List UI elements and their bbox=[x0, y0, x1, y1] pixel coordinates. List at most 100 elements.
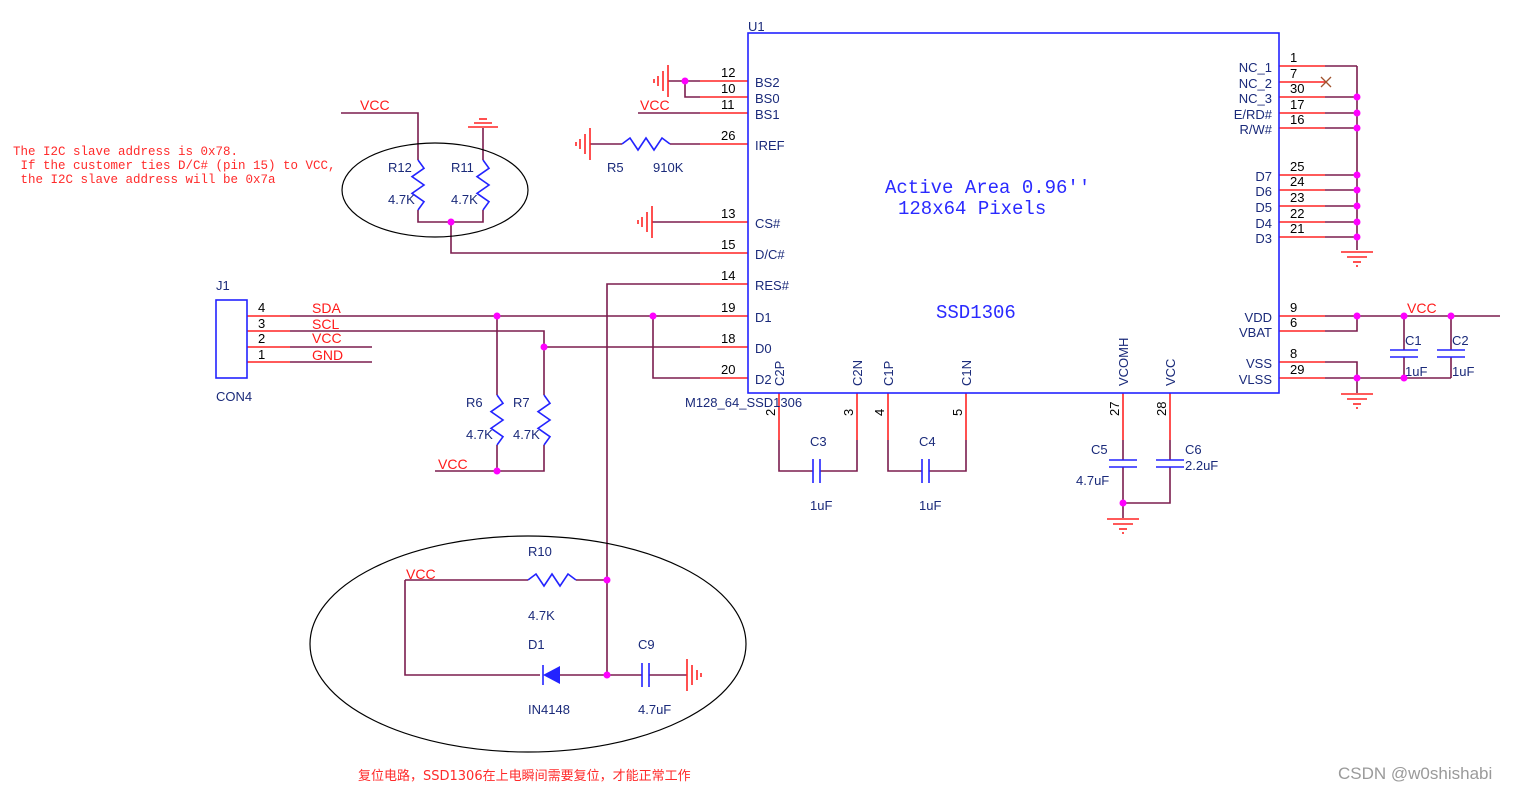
pin-number: 15 bbox=[721, 237, 735, 252]
pin-number: 20 bbox=[721, 362, 735, 377]
r10-ref: R10 bbox=[528, 544, 552, 559]
pin-name: D4 bbox=[1255, 216, 1272, 231]
pin-name: BS2 bbox=[755, 75, 780, 90]
pin-number: 5 bbox=[950, 409, 965, 416]
r5-ref: R5 bbox=[607, 160, 624, 175]
i2c-pullup-outline bbox=[341, 142, 529, 238]
net-label-gnd: GND bbox=[312, 347, 343, 363]
pin-name: E/RD# bbox=[1234, 107, 1273, 122]
pin-name: D/C# bbox=[755, 247, 785, 262]
c1-value: 1uF bbox=[1405, 364, 1427, 379]
pin-name: VCC bbox=[1163, 359, 1178, 386]
pin-name: D0 bbox=[755, 341, 772, 356]
pin-number: 6 bbox=[1290, 315, 1297, 330]
pin-number: 19 bbox=[721, 300, 735, 315]
pin-number: 29 bbox=[1290, 362, 1304, 377]
resistor-symbol bbox=[527, 572, 577, 588]
wire bbox=[1123, 467, 1171, 504]
net-label-vcc: VCC bbox=[360, 97, 390, 113]
junction-dot bbox=[1353, 218, 1361, 226]
reset-note: 复位电路，SSD1306在上电瞬间需要复位，才能正常工作 bbox=[358, 768, 691, 784]
pin-name: D7 bbox=[1255, 169, 1272, 184]
pin-name: NC_3 bbox=[1239, 91, 1272, 106]
junction-dot bbox=[493, 312, 501, 320]
pin-number: 25 bbox=[1290, 159, 1304, 174]
r10-value: 4.7K bbox=[528, 608, 555, 623]
junction-dot bbox=[1400, 374, 1408, 382]
pin-name: D6 bbox=[1255, 184, 1272, 199]
pin-name: C2P bbox=[772, 361, 787, 386]
pin-number: 17 bbox=[1290, 97, 1304, 112]
j1-pin-num: 4 bbox=[258, 300, 265, 315]
wire bbox=[1325, 361, 1358, 378]
c5-ref: C5 bbox=[1091, 442, 1108, 457]
junction-dot bbox=[1353, 312, 1361, 320]
pin-name: BS0 bbox=[755, 91, 780, 106]
c5-value: 4.7uF bbox=[1076, 473, 1109, 488]
pin-number: 3 bbox=[841, 409, 856, 416]
pin-name: NC_1 bbox=[1239, 60, 1272, 75]
pin-name: VSS bbox=[1246, 356, 1272, 371]
net-label-vcc: VCC bbox=[438, 456, 468, 472]
junction-dot bbox=[1353, 374, 1361, 382]
r11-ref: R11 bbox=[451, 160, 474, 175]
junction-dot bbox=[447, 218, 455, 226]
d1-ref: D1 bbox=[528, 637, 545, 652]
pin-number: 30 bbox=[1290, 81, 1304, 96]
junction-dot bbox=[1400, 312, 1408, 320]
wire bbox=[1325, 316, 1358, 332]
junction-dot bbox=[603, 576, 611, 584]
pin-number: 9 bbox=[1290, 300, 1297, 315]
u1-part: M128_64_SSD1306 bbox=[685, 395, 802, 410]
wire bbox=[778, 440, 813, 472]
pin-number: 18 bbox=[721, 331, 735, 346]
junction-dot bbox=[603, 671, 611, 679]
u1-ref: U1 bbox=[748, 19, 765, 34]
note-line: the I2C slave address will be 0x7a bbox=[13, 173, 276, 187]
j1-pin-num: 2 bbox=[258, 331, 265, 346]
c4-value: 1uF bbox=[919, 498, 941, 513]
pin-number: 23 bbox=[1290, 190, 1304, 205]
net-label-vcc: VCC bbox=[640, 97, 670, 113]
wire bbox=[404, 580, 540, 676]
wire bbox=[887, 440, 922, 472]
junction-dot bbox=[1353, 186, 1361, 194]
j1-body bbox=[215, 299, 248, 379]
wire bbox=[450, 222, 700, 254]
r7-value: 4.7K bbox=[513, 427, 540, 442]
j1-part: CON4 bbox=[216, 389, 252, 404]
r7-ref: R7 bbox=[513, 395, 530, 410]
pin-name: NC_2 bbox=[1239, 76, 1272, 91]
c9-value: 4.7uF bbox=[638, 702, 671, 717]
pixels-label: 128x64 Pixels bbox=[898, 198, 1046, 220]
resistor-symbol bbox=[489, 394, 505, 446]
r6-value: 4.7K bbox=[466, 427, 493, 442]
j1-ref: J1 bbox=[216, 278, 230, 293]
pin-name: IREF bbox=[755, 138, 785, 153]
r12-value: 4.7K bbox=[388, 192, 415, 207]
note-line: The I2C slave address is 0x78. bbox=[13, 145, 238, 159]
pin-number: 21 bbox=[1290, 221, 1304, 236]
pin-number: 24 bbox=[1290, 174, 1304, 189]
wires bbox=[247, 65, 1500, 676]
pin-number: 28 bbox=[1154, 402, 1169, 416]
pin-number: 12 bbox=[721, 65, 735, 80]
pin-name: C1P bbox=[881, 361, 896, 386]
c3-value: 1uF bbox=[810, 498, 832, 513]
c2-value: 1uF bbox=[1452, 364, 1474, 379]
junction-dot bbox=[1447, 312, 1455, 320]
pin-number: 7 bbox=[1290, 66, 1297, 81]
pin-number: 11 bbox=[721, 97, 735, 112]
pin-number: 22 bbox=[1290, 206, 1304, 221]
junction-dot bbox=[1353, 233, 1361, 241]
junction-dot bbox=[1353, 109, 1361, 117]
net-label-sda: SDA bbox=[312, 300, 341, 316]
pin-name: C2N bbox=[850, 360, 865, 386]
d1-value: IN4148 bbox=[528, 702, 570, 717]
junction-dot bbox=[649, 312, 657, 320]
j1-pin-num: 3 bbox=[258, 316, 265, 331]
pin-number: 26 bbox=[721, 128, 735, 143]
pin-name: D5 bbox=[1255, 200, 1272, 215]
pin-labels: 12BS210BS011BS126IREF13CS#15D/C#14RES#19… bbox=[721, 50, 1304, 416]
pin-name: R/W# bbox=[1240, 122, 1273, 137]
